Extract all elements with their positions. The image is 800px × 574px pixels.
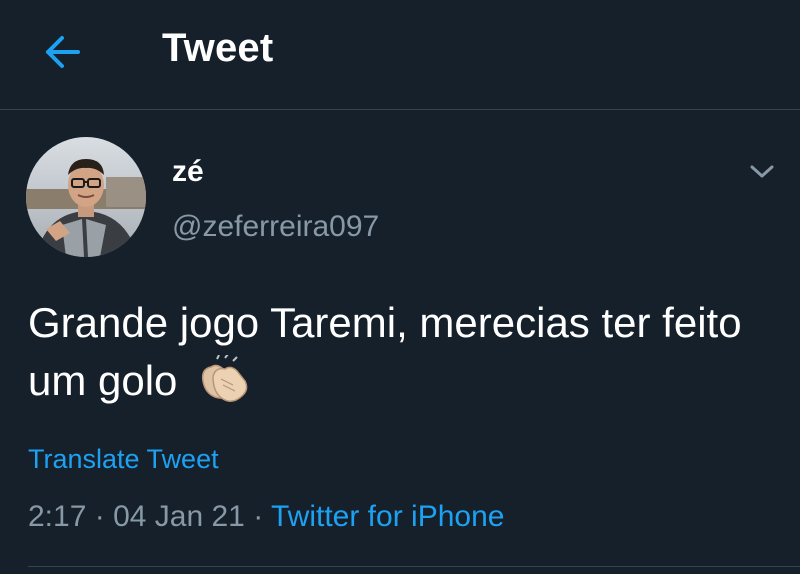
chevron-down-icon	[750, 165, 774, 178]
author-username[interactable]: @zeferreira097	[172, 210, 379, 244]
tweet-date: 04 Jan 21	[113, 500, 245, 533]
tweet-time: 2:17	[28, 500, 87, 533]
arrow-left-icon	[46, 36, 80, 68]
translate-tweet-link[interactable]: Translate Tweet	[28, 444, 219, 475]
meta-separator: ·	[253, 500, 264, 533]
back-button[interactable]	[36, 30, 88, 74]
more-options-button[interactable]	[744, 156, 780, 188]
author-display-name[interactable]: zé	[172, 155, 204, 189]
tweet-text-content: Grande jogo Taremi, merecias ter feito u…	[28, 299, 742, 404]
clapping-hands-icon	[195, 353, 253, 405]
tweet-text: Grande jogo Taremi, merecias ter feito u…	[28, 294, 778, 410]
tweet-source-link[interactable]: Twitter for iPhone	[271, 500, 504, 533]
tweet-metadata: 2:17 · 04 Jan 21 · Twitter for iPhone	[28, 500, 504, 534]
avatar[interactable]	[26, 137, 146, 257]
divider	[28, 566, 800, 567]
meta-separator: ·	[94, 500, 105, 533]
page-title: Tweet	[162, 26, 274, 70]
avatar-photo	[26, 137, 146, 257]
top-bar: Tweet	[0, 0, 800, 110]
